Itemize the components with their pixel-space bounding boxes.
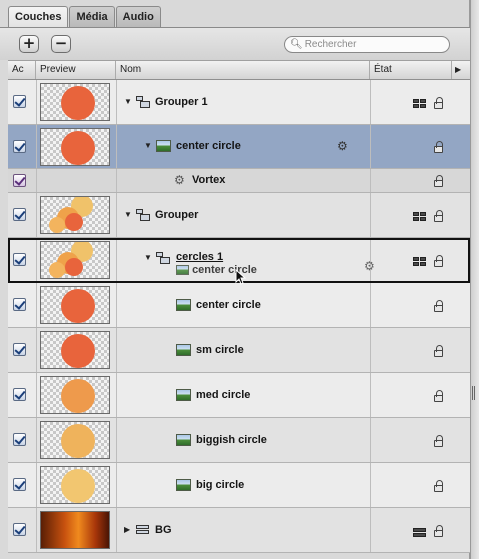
layer-row[interactable]: biggish circle xyxy=(8,418,470,463)
group-state-icon xyxy=(413,257,428,267)
layer-name[interactable]: BG xyxy=(155,524,172,536)
disclosure-triangle-icon[interactable]: ▼ xyxy=(144,141,152,150)
lock-icon[interactable] xyxy=(434,97,443,109)
layer-preview xyxy=(40,511,110,549)
lock-icon[interactable] xyxy=(434,175,443,187)
layer-row[interactable]: ▶ BG xyxy=(8,508,470,553)
layer-row[interactable]: big circle xyxy=(8,463,470,508)
add-layer-button[interactable]: + xyxy=(19,35,39,53)
image-layer-icon xyxy=(176,434,191,446)
layer-preview xyxy=(40,83,110,121)
image-layer-icon xyxy=(156,140,171,152)
group-state-icon xyxy=(413,527,428,537)
image-layer-icon xyxy=(176,344,191,356)
layer-name[interactable]: biggish circle xyxy=(196,434,267,446)
group-icon xyxy=(136,96,151,108)
disclosure-triangle-icon[interactable]: ▼ xyxy=(124,97,132,106)
layer-name[interactable]: med circle xyxy=(196,389,250,401)
scrollbar[interactable] xyxy=(470,0,479,559)
layer-row[interactable]: center circle xyxy=(8,283,470,328)
layer-preview xyxy=(40,421,110,459)
column-options-button[interactable]: ▶ xyxy=(452,61,470,79)
search-placeholder: Rechercher xyxy=(304,39,357,50)
layer-visible-checkbox[interactable] xyxy=(13,523,26,536)
layer-name[interactable]: center circle xyxy=(196,299,261,311)
layer-visible-checkbox[interactable] xyxy=(13,343,26,356)
layer-preview xyxy=(40,466,110,504)
layer-name[interactable]: cercles 1 xyxy=(176,251,223,263)
layers-panel: Couches Média Audio + − 🔍︎ Rechercher Ac … xyxy=(0,0,470,559)
group-icon xyxy=(156,252,171,264)
column-name[interactable]: Nom xyxy=(116,61,370,79)
layer-visible-checkbox[interactable] xyxy=(13,433,26,446)
layer-name[interactable]: sm circle xyxy=(196,344,244,356)
lock-icon[interactable] xyxy=(434,345,443,357)
tab-bar: Couches Média Audio xyxy=(8,6,162,28)
filter-gear-icon[interactable]: ⚙ xyxy=(364,259,375,273)
lock-icon[interactable] xyxy=(434,141,443,153)
group-icon xyxy=(136,524,151,536)
layer-row[interactable]: ⚙ Vortex xyxy=(8,169,470,193)
lock-icon[interactable] xyxy=(434,390,443,402)
layer-preview xyxy=(40,196,110,234)
lock-icon[interactable] xyxy=(434,300,443,312)
toolbar: + − 🔍︎ Rechercher xyxy=(0,28,470,60)
mouse-pointer-icon xyxy=(235,268,247,285)
layer-row[interactable]: ▼ Grouper xyxy=(8,193,470,238)
group-icon xyxy=(136,209,151,221)
column-active[interactable]: Ac xyxy=(8,61,36,79)
column-header: Ac Preview Nom État ▶ xyxy=(8,60,470,80)
layer-visible-checkbox[interactable] xyxy=(13,208,26,221)
layer-preview xyxy=(40,128,110,166)
layer-name[interactable]: Grouper 1 xyxy=(155,96,208,108)
tab-audio[interactable]: Audio xyxy=(115,6,161,28)
image-layer-icon xyxy=(176,299,191,311)
layer-name[interactable]: big circle xyxy=(196,479,244,491)
remove-layer-button[interactable]: − xyxy=(51,35,71,53)
filter-gear-icon: ⚙ xyxy=(174,173,185,187)
resize-grip-icon[interactable] xyxy=(472,386,475,400)
search-icon: 🔍︎ xyxy=(290,39,303,50)
layer-preview xyxy=(40,376,110,414)
layer-row[interactable]: ▼ center circle ⚙ xyxy=(8,125,470,169)
layer-preview xyxy=(40,331,110,369)
layer-preview xyxy=(40,286,110,324)
lock-icon[interactable] xyxy=(434,525,443,537)
layer-visible-checkbox[interactable] xyxy=(13,298,26,311)
layer-visible-checkbox[interactable] xyxy=(13,95,26,108)
layer-visible-checkbox[interactable] xyxy=(13,253,26,266)
tab-media[interactable]: Média xyxy=(69,6,115,28)
filter-gear-icon[interactable]: ⚙ xyxy=(337,139,348,153)
disclosure-triangle-icon[interactable]: ▶ xyxy=(124,525,130,534)
layer-row[interactable]: ▼ Grouper 1 xyxy=(8,80,470,125)
lock-icon[interactable] xyxy=(434,255,443,267)
column-state[interactable]: État xyxy=(370,61,452,79)
layer-name[interactable]: Vortex xyxy=(192,174,225,186)
layer-name[interactable]: center circle xyxy=(176,140,241,152)
search-input[interactable]: 🔍︎ Rechercher xyxy=(284,36,450,53)
lock-icon[interactable] xyxy=(434,210,443,222)
layer-row[interactable]: med circle xyxy=(8,373,470,418)
layer-row[interactable]: sm circle xyxy=(8,328,470,373)
layer-visible-checkbox[interactable] xyxy=(13,140,26,153)
group-state-icon xyxy=(413,99,428,109)
disclosure-triangle-icon[interactable]: ▼ xyxy=(144,253,152,262)
lock-icon[interactable] xyxy=(434,435,443,447)
layer-visible-checkbox[interactable] xyxy=(13,478,26,491)
layer-visible-checkbox[interactable] xyxy=(13,388,26,401)
disclosure-triangle-icon[interactable]: ▼ xyxy=(124,210,132,219)
image-layer-icon xyxy=(176,265,189,276)
layer-name[interactable]: Grouper xyxy=(155,209,198,221)
image-layer-icon xyxy=(176,479,191,491)
image-layer-icon xyxy=(176,389,191,401)
tab-layers[interactable]: Couches xyxy=(8,6,69,28)
filter-enabled-checkbox[interactable] xyxy=(13,174,26,187)
column-preview[interactable]: Preview xyxy=(36,61,116,79)
layer-preview xyxy=(40,241,110,279)
group-state-icon xyxy=(413,212,428,222)
lock-icon[interactable] xyxy=(434,480,443,492)
